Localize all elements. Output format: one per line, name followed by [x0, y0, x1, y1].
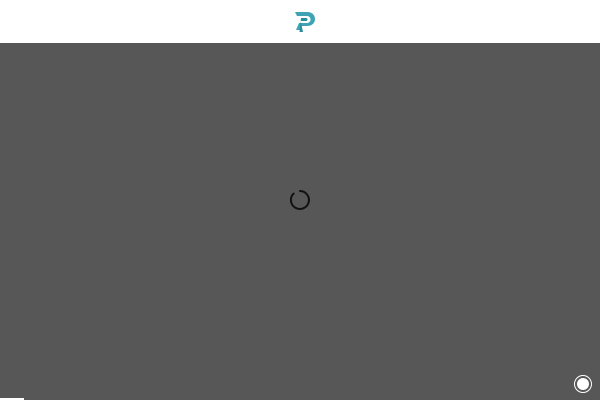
content-area — [0, 43, 600, 400]
header-bar — [0, 0, 600, 43]
loading-spinner-icon — [289, 190, 310, 210]
fab-inner-dot — [577, 378, 589, 390]
circle-button-icon[interactable] — [574, 375, 592, 393]
brand-logo-icon[interactable] — [292, 9, 318, 33]
